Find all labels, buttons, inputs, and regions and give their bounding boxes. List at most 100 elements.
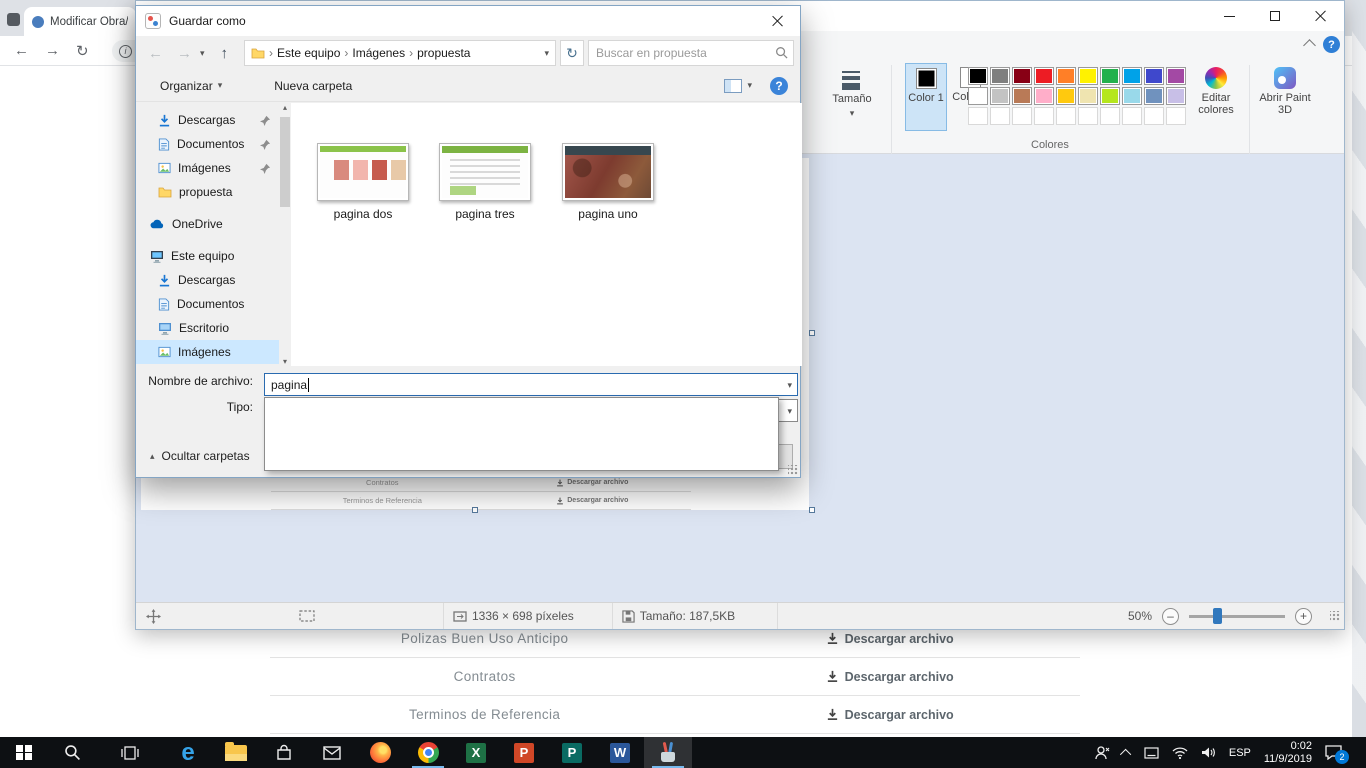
search-input[interactable] [588,40,794,66]
language-indicator[interactable]: ESP [1229,747,1251,759]
collapse-ribbon-icon[interactable] [1303,39,1316,52]
window-resize-grip[interactable] [1330,611,1340,621]
action-center-button[interactable]: 2 [1325,745,1342,760]
palette-color-swatch[interactable] [1100,87,1120,105]
sidebar-item-descargas[interactable]: Descargas [136,108,279,132]
palette-color-swatch[interactable] [1166,87,1186,105]
palette-color-swatch[interactable] [1144,67,1164,85]
paint-taskbar-button[interactable] [644,737,692,768]
palette-color-swatch[interactable] [1078,87,1098,105]
keyboard-icon[interactable] [1144,747,1159,759]
volume-icon[interactable] [1201,746,1216,759]
breadcrumb-item[interactable]: Este equipo [277,46,340,60]
filename-autocomplete-panel[interactable] [264,397,779,471]
hide-folders-button[interactable]: ▴ Ocultar carpetas [150,449,250,463]
browser-tab[interactable]: Modificar Obra/ [24,7,136,36]
size-button[interactable]: Tamaño ▾ [827,63,877,119]
palette-color-swatch[interactable] [1122,87,1142,105]
breadcrumb-dropdown-icon[interactable]: ▾ [544,48,549,59]
palette-color-swatch[interactable] [1144,87,1164,105]
new-folder-button[interactable]: Nueva carpeta [274,79,352,93]
back-icon[interactable]: ← [148,45,163,62]
powerpoint-button[interactable]: P [500,737,548,768]
palette-color-swatch[interactable] [990,67,1010,85]
download-link[interactable]: Descargar archivo [699,708,1080,722]
sidebar-item-descargas-2[interactable]: Descargas [136,268,279,292]
edit-colors-button[interactable]: Editar colores [1189,63,1243,116]
palette-color-swatch[interactable] [1056,87,1076,105]
sidebar-scrollbar[interactable]: ▴ ▾ [279,103,291,366]
dialog-resize-grip[interactable] [788,465,798,475]
zoom-out-button[interactable]: – [1162,608,1179,625]
excel-button[interactable]: X [452,737,500,768]
views-button[interactable]: ▾ [724,79,752,93]
palette-color-swatch[interactable] [990,87,1010,105]
zoom-slider-thumb[interactable] [1213,608,1222,624]
canvas-resize-handle-bottom[interactable] [472,507,478,513]
zoom-in-button[interactable]: + [1295,608,1312,625]
history-dropdown-icon[interactable]: ▾ [200,48,205,59]
browser-refresh-icon[interactable]: ↻ [76,42,89,60]
breadcrumb-item[interactable]: propuesta [417,46,470,60]
scroll-up-icon[interactable]: ▴ [283,103,287,112]
start-button[interactable] [0,737,48,768]
paint-help-icon[interactable]: ? [1323,36,1340,53]
sidebar-item-documentos-2[interactable]: Documentos [136,292,279,316]
firefox-button[interactable] [356,737,404,768]
sidebar-item-imagenes[interactable]: Imágenes [136,156,279,180]
taskbar-search-button[interactable] [48,737,96,768]
sidebar-item-escritorio[interactable]: Escritorio [136,316,279,340]
open-paint3d-button[interactable]: Abrir Paint 3D [1256,63,1314,116]
palette-color-swatch[interactable] [1056,67,1076,85]
palette-color-swatch[interactable] [1122,67,1142,85]
scrollbar-thumb[interactable] [280,117,290,207]
file-explorer-button[interactable] [212,737,260,768]
sidebar-item-imagenes-2[interactable]: Imágenes [136,340,279,364]
file-item-pagina-dos[interactable]: pagina dos [303,143,423,221]
sidebar-item-documentos[interactable]: Documentos [136,132,279,156]
browser-forward-icon[interactable]: → [45,42,60,59]
download-link[interactable]: Descargar archivo [699,632,1080,646]
filetype-dropdown-icon[interactable]: ▾ [787,406,792,417]
zoom-slider[interactable] [1189,615,1285,618]
palette-color-swatch[interactable] [1166,67,1186,85]
palette-color-swatch[interactable] [1100,67,1120,85]
mail-button[interactable] [308,737,356,768]
filename-input[interactable]: pagina ▾ [264,373,798,396]
canvas-resize-handle-corner[interactable] [809,507,815,513]
filename-dropdown-icon[interactable]: ▾ [787,380,792,391]
canvas-resize-handle-right[interactable] [809,330,815,336]
breadcrumb[interactable]: › Este equipo › Imágenes › propuesta ▾ [244,40,556,66]
palette-color-swatch[interactable] [1078,67,1098,85]
palette-color-swatch[interactable] [968,67,988,85]
edge-button[interactable]: e [164,737,212,768]
forward-icon[interactable]: → [177,45,192,62]
browser-back-icon[interactable]: ← [14,42,29,59]
help-icon[interactable]: ? [770,77,788,95]
taskbar-clock[interactable]: 0:02 11/9/2019 [1264,740,1312,766]
close-button[interactable] [1298,1,1344,31]
file-item-pagina-uno[interactable]: pagina uno [548,143,668,221]
color1-button[interactable]: Color 1 [905,63,947,131]
sidebar-item-propuesta[interactable]: propuesta [136,180,279,204]
wifi-icon[interactable] [1172,747,1188,759]
file-item-pagina-tres[interactable]: pagina tres [425,143,545,221]
palette-color-swatch[interactable] [1034,87,1054,105]
palette-color-swatch[interactable] [968,87,988,105]
palette-color-swatch[interactable] [1034,67,1054,85]
download-link[interactable]: Descargar archivo [699,670,1080,684]
breadcrumb-item[interactable]: Imágenes [352,46,405,60]
palette-color-swatch[interactable] [1012,87,1032,105]
hidden-icons-chevron[interactable] [1120,748,1131,759]
organize-button[interactable]: Organizar ▾ [160,79,222,93]
maximize-button[interactable] [1252,1,1298,31]
publisher-button[interactable]: P [548,737,596,768]
scroll-down-icon[interactable]: ▾ [283,357,287,366]
sidebar-item-este-equipo[interactable]: Este equipo [136,244,279,268]
minimize-button[interactable] [1206,1,1252,31]
sidebar-item-onedrive[interactable]: OneDrive [136,212,279,236]
dialog-close-button[interactable] [756,6,800,36]
page-info-icon[interactable]: i [119,45,132,58]
store-button[interactable] [260,737,308,768]
people-icon[interactable] [1094,745,1110,760]
